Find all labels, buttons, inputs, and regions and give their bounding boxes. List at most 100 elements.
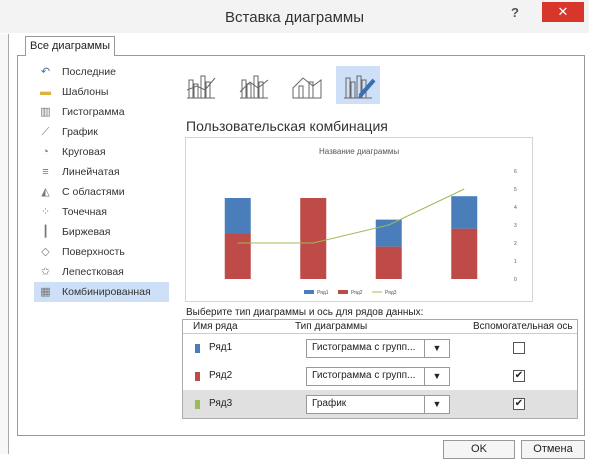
area-chart-icon: ◭ bbox=[41, 186, 50, 198]
radar-chart-icon: ✩ bbox=[40, 266, 51, 278]
chart-type-label: Последние bbox=[62, 66, 117, 78]
secondary-axis-checkbox[interactable]: ✔ bbox=[513, 398, 525, 410]
chart-type-label: Биржевая bbox=[62, 226, 111, 238]
stock-chart-icon: ┃ bbox=[42, 226, 49, 238]
bar-chart-icon: ≡ bbox=[42, 166, 49, 178]
subtype-custom-combination[interactable] bbox=[336, 66, 380, 104]
chart-type-label: Лепестковая bbox=[62, 266, 124, 278]
series-color-swatch bbox=[195, 372, 200, 381]
chart-type-label: Шаблоны bbox=[62, 86, 109, 98]
chart-type-label: Комбинированная bbox=[62, 286, 151, 298]
chevron-down-icon[interactable]: ▼ bbox=[424, 340, 449, 357]
legend-label: Ряд1 bbox=[317, 290, 329, 296]
bar-Ряд1 bbox=[451, 196, 478, 229]
header-chart-type: Тип диаграммы bbox=[295, 321, 368, 332]
close-button[interactable]: ✕ bbox=[542, 2, 584, 22]
help-button[interactable]: ? bbox=[511, 5, 519, 20]
title-bar: Вставка диаграммы ? ✕ bbox=[0, 0, 589, 33]
window-title: Вставка диаграммы bbox=[225, 9, 364, 26]
series-name: Ряд2 bbox=[209, 370, 233, 381]
secondary-axis-checkbox[interactable]: ✔ bbox=[513, 370, 525, 382]
scatter-chart-icon: ⁘ bbox=[40, 206, 51, 218]
chevron-down-icon[interactable]: ▼ bbox=[424, 368, 449, 385]
chart-type-list: ↶ Последние ▬ Шаблоны ▥ Гистограмма ⟋ График ◔ Кр… bbox=[34, 62, 169, 302]
series-row[interactable]: Ряд3 График ▼ ✔ bbox=[183, 390, 577, 418]
chart-type-item[interactable]: ▥ Гистограмма bbox=[34, 102, 169, 122]
ok-button[interactable]: OK bbox=[443, 440, 515, 459]
chart-type-value: Гистограмма с групп... bbox=[312, 370, 416, 381]
y2-tick-label: 2 bbox=[514, 241, 517, 247]
chart-type-value: Гистограмма с групп... bbox=[312, 342, 416, 353]
legend-swatch bbox=[338, 290, 348, 294]
legend-label: Ряд2 bbox=[351, 290, 363, 296]
tab-all-charts[interactable]: Все диаграммы bbox=[25, 36, 115, 56]
bar-Ряд1 bbox=[224, 198, 251, 234]
series-table-title: Выберите тип диаграммы и ось для рядов д… bbox=[186, 307, 424, 318]
series-name: Ряд3 bbox=[209, 398, 233, 409]
chart-type-item[interactable]: ◭ С областями bbox=[34, 182, 169, 202]
chart-type-item[interactable]: ⟋ График bbox=[34, 122, 169, 142]
y2-tick-label: 6 bbox=[514, 169, 517, 175]
series-table-header: Имя ряда Тип диаграммы Вспомогательная о… bbox=[183, 320, 577, 334]
pie-chart-icon: ◔ bbox=[42, 146, 49, 158]
chart-type-label: Гистограмма bbox=[62, 106, 125, 118]
surface-chart-icon: ◇ bbox=[41, 246, 50, 258]
y2-tick-label: 1 bbox=[514, 259, 517, 265]
background-window-edge bbox=[0, 34, 9, 454]
chart-type-label: Круговая bbox=[62, 146, 106, 158]
series-color-swatch bbox=[195, 400, 200, 409]
bar-Ряд2 bbox=[224, 234, 251, 279]
chart-type-label: Линейчатая bbox=[62, 166, 120, 178]
chart-type-dropdown[interactable]: Гистограмма с групп... ▼ bbox=[306, 367, 450, 386]
folder-icon: ▬ bbox=[40, 86, 51, 98]
chart-type-dropdown[interactable]: Гистограмма с групп... ▼ bbox=[306, 339, 450, 358]
combo-chart-icon: ▦ bbox=[40, 286, 51, 298]
chart-preview-svg: Название диаграммы 0 1 2 3 4 5 6 Ряд1 Ряд2 Ряд3 bbox=[224, 147, 517, 296]
chart-type-item[interactable]: ◇ Поверхность bbox=[34, 242, 169, 262]
chart-type-label: Точечная bbox=[62, 206, 107, 218]
series-name: Ряд1 bbox=[209, 342, 233, 353]
series-color-swatch bbox=[195, 344, 200, 353]
chart-type-item[interactable]: ┃ Биржевая bbox=[34, 222, 169, 242]
cancel-button[interactable]: Отмена bbox=[521, 440, 585, 459]
y2-tick-label: 0 bbox=[514, 277, 517, 283]
chevron-down-icon[interactable]: ▼ bbox=[424, 396, 449, 413]
secondary-axis-checkbox[interactable] bbox=[513, 342, 525, 354]
chart-preview: Название диаграммы 0 1 2 3 4 5 6 Ряд1 Ряд2 Ряд3 bbox=[185, 137, 533, 302]
y2-tick-label: 4 bbox=[514, 205, 517, 211]
header-series-name: Имя ряда bbox=[193, 321, 238, 332]
recent-icon: ↶ bbox=[40, 66, 51, 78]
chart-type-value: График bbox=[312, 398, 347, 409]
combo-subtitle: Пользовательская комбинация bbox=[186, 118, 388, 134]
bar-Ряд2 bbox=[300, 198, 327, 279]
series-row[interactable]: Ряд2 Гистограмма с групп... ▼ ✔ bbox=[183, 362, 577, 390]
chart-type-label: График bbox=[62, 126, 98, 138]
chart-type-item[interactable]: ◔ Круговая bbox=[34, 142, 169, 162]
subtype-clustered-column-line[interactable] bbox=[177, 66, 221, 104]
chart-title: Название диаграммы bbox=[319, 147, 399, 156]
chart-type-item[interactable]: ✩ Лепестковая bbox=[34, 262, 169, 282]
bar-Ряд2 bbox=[375, 246, 402, 279]
combo-subtype-gallery bbox=[177, 66, 407, 104]
chart-type-label: С областями bbox=[62, 186, 125, 198]
subtype-column-line-secondary-axis[interactable] bbox=[230, 66, 274, 104]
y2-tick-label: 3 bbox=[514, 223, 517, 229]
chart-type-item[interactable]: ⁘ Точечная bbox=[34, 202, 169, 222]
series-table: Имя ряда Тип диаграммы Вспомогательная о… bbox=[182, 319, 578, 419]
chart-type-dropdown[interactable]: График ▼ bbox=[306, 395, 450, 414]
header-secondary-axis: Вспомогательная ось bbox=[473, 321, 573, 332]
legend-label: Ряд3 bbox=[385, 290, 397, 296]
chart-type-label: Поверхность bbox=[62, 246, 125, 258]
line-chart-icon: ⟋ bbox=[41, 126, 50, 138]
chart-type-item[interactable]: ▬ Шаблоны bbox=[34, 82, 169, 102]
chart-type-item[interactable]: ↶ Последние bbox=[34, 62, 169, 82]
series-row[interactable]: Ряд1 Гистограмма с групп... ▼ bbox=[183, 334, 577, 362]
bar-Ряд1 bbox=[375, 219, 402, 247]
subtype-area-column[interactable] bbox=[283, 66, 327, 104]
chart-type-item[interactable]: ≡ Линейчатая bbox=[34, 162, 169, 182]
legend-swatch bbox=[304, 290, 314, 294]
line-Ряд3 bbox=[237, 188, 465, 244]
chart-type-item[interactable]: ▦ Комбинированная bbox=[34, 282, 169, 302]
y2-tick-label: 5 bbox=[514, 187, 517, 193]
bar-Ряд2 bbox=[451, 228, 478, 279]
